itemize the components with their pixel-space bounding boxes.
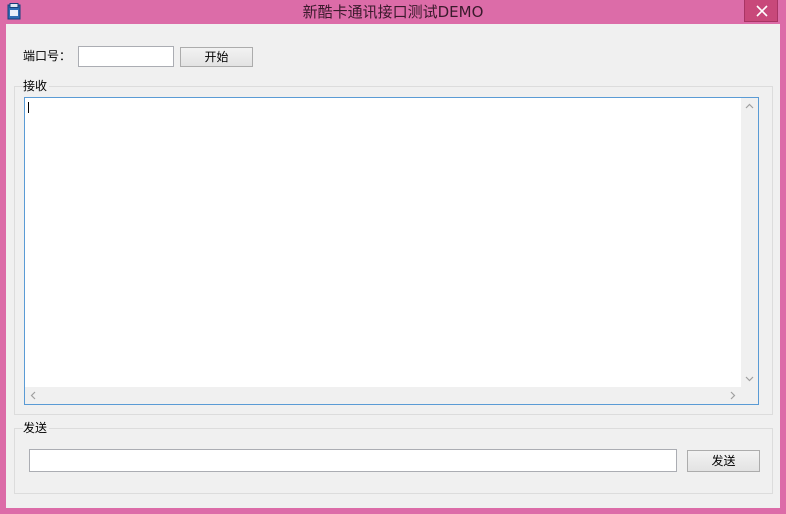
receive-textarea[interactable] (24, 97, 759, 405)
chevron-up-icon[interactable] (741, 98, 758, 115)
vertical-scrollbar[interactable] (741, 98, 758, 387)
title-bar[interactable]: 新酷卡通讯接口测试DEMO (0, 0, 786, 24)
chevron-right-icon[interactable] (724, 387, 741, 404)
close-button[interactable] (744, 0, 778, 22)
start-button[interactable]: 开始 (180, 47, 253, 67)
close-icon (756, 5, 768, 17)
client-area: 端口号： 开始 接收 发送 发送 (6, 24, 780, 508)
text-caret (28, 102, 29, 113)
send-group-title: 发送 (23, 421, 50, 435)
receive-group-title: 接收 (23, 79, 50, 93)
window-title: 新酷卡通讯接口测试DEMO (302, 3, 484, 21)
port-input[interactable] (78, 46, 174, 67)
chevron-down-icon[interactable] (741, 370, 758, 387)
scrollbar-corner (741, 387, 758, 404)
send-button[interactable]: 发送 (687, 450, 760, 472)
app-window: 新酷卡通讯接口测试DEMO 端口号： 开始 接收 发送 发送 (0, 0, 786, 514)
port-label: 端口号： (23, 49, 72, 63)
horizontal-scrollbar[interactable] (25, 387, 741, 404)
chevron-left-icon[interactable] (25, 387, 42, 404)
send-input[interactable] (29, 449, 677, 472)
